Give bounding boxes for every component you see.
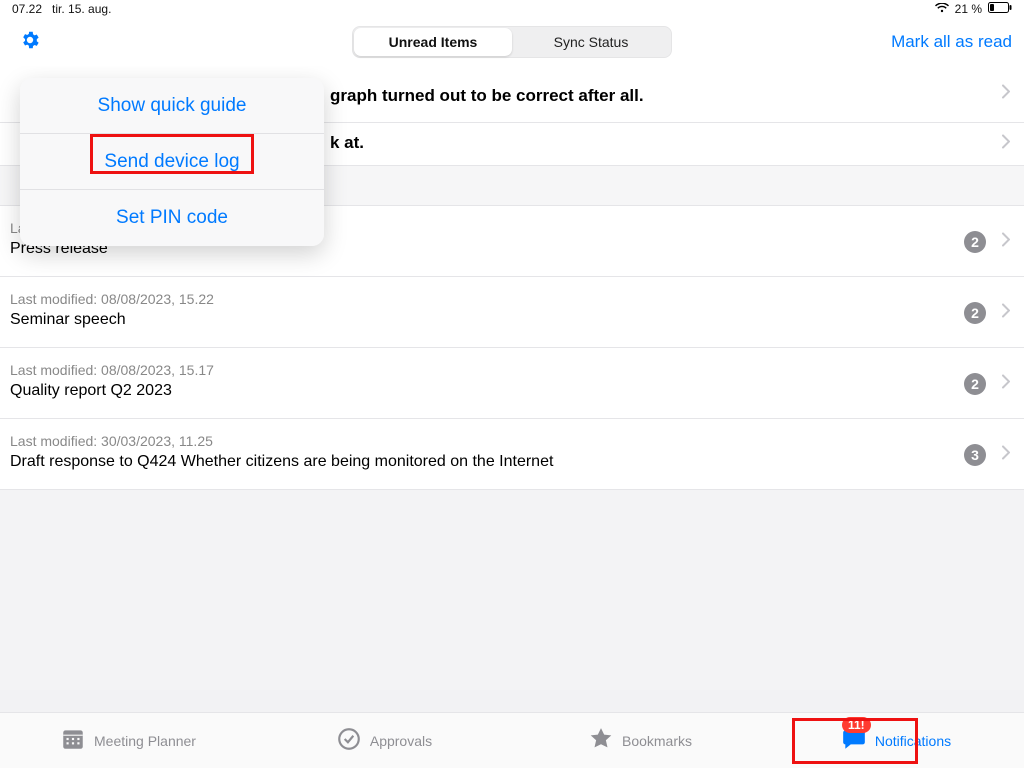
- item-meta: Last modified: 08/08/2023, 15.17: [10, 362, 1008, 378]
- list-item[interactable]: Last modified: 08/08/2023, 15.17 Quality…: [0, 348, 1024, 419]
- menu-label: Show quick guide: [98, 95, 247, 117]
- tab-bookmarks[interactable]: Bookmarks: [512, 713, 768, 768]
- item-title: Seminar speech: [10, 311, 1008, 329]
- tab-approvals[interactable]: Approvals: [256, 713, 512, 768]
- list-item[interactable]: Last modified: 30/03/2023, 11.25 Draft r…: [0, 419, 1024, 490]
- status-bar: 07.22 tir. 15. aug. 21 %: [0, 0, 1024, 18]
- menu-send-device-log[interactable]: Send device log: [20, 134, 324, 190]
- mark-all-as-read-button[interactable]: Mark all as read: [891, 32, 1012, 52]
- count-badge: 2: [964, 302, 986, 324]
- chevron-right-icon: [1002, 374, 1010, 393]
- status-time: 07.22: [12, 2, 42, 16]
- settings-popover: Show quick guide Send device log Set PIN…: [20, 78, 324, 246]
- list-item[interactable]: Last modified: 08/08/2023, 15.22 Seminar…: [0, 277, 1024, 348]
- chevron-right-icon: [1002, 85, 1010, 104]
- status-date: tir. 15. aug.: [52, 2, 111, 16]
- wifi-icon: [935, 2, 949, 16]
- tab-label: Notifications: [875, 733, 951, 749]
- tab-unread-items[interactable]: Unread Items: [354, 28, 512, 56]
- tab-notifications[interactable]: 11! Notifications: [768, 713, 1024, 768]
- count-badge: 3: [964, 444, 986, 466]
- calendar-icon: [60, 726, 86, 755]
- mark-all-label: Mark all as read: [891, 32, 1012, 51]
- count-badge: 2: [964, 373, 986, 395]
- star-icon: [588, 726, 614, 755]
- chevron-right-icon: [1002, 135, 1010, 154]
- item-meta: Last modified: 30/03/2023, 11.25: [10, 433, 1008, 449]
- battery-pct: 21 %: [955, 2, 982, 16]
- count-badge: 2: [964, 231, 986, 253]
- notification-count-badge: 11!: [842, 717, 871, 733]
- empty-area: [0, 490, 1024, 690]
- tab-label: Bookmarks: [622, 733, 692, 749]
- gear-icon: [19, 29, 41, 56]
- item-title: Draft response to Q424 Whether citizens …: [10, 453, 1008, 471]
- menu-set-pin-code[interactable]: Set PIN code: [20, 190, 324, 246]
- tab-label: Meeting Planner: [94, 733, 196, 749]
- tab-sync-status[interactable]: Sync Status: [512, 28, 670, 56]
- tab-label: Sync Status: [554, 34, 629, 50]
- tab-label: Approvals: [370, 733, 432, 749]
- settings-button[interactable]: [12, 24, 48, 60]
- item-title: k at.: [330, 133, 364, 153]
- item-meta: Last modified: 08/08/2023, 15.22: [10, 291, 1008, 307]
- menu-label: Set PIN code: [116, 207, 228, 229]
- battery-icon: [988, 2, 1012, 16]
- chevron-right-icon: [1002, 232, 1010, 251]
- menu-show-quick-guide[interactable]: Show quick guide: [20, 78, 324, 134]
- app-header: Unread Items Sync Status Mark all as rea…: [0, 18, 1024, 66]
- tab-label: Unread Items: [389, 34, 478, 50]
- menu-label: Send device log: [104, 151, 239, 173]
- chevron-right-icon: [1002, 445, 1010, 464]
- item-title: Quality report Q2 2023: [10, 382, 1008, 400]
- chevron-right-icon: [1002, 303, 1010, 322]
- content-area: graph turned out to be correct after all…: [0, 66, 1024, 712]
- tab-meeting-planner[interactable]: Meeting Planner: [0, 713, 256, 768]
- segmented-control: Unread Items Sync Status: [352, 26, 672, 58]
- tab-bar: Meeting Planner Approvals Bookmarks 11! …: [0, 712, 1024, 768]
- item-title: graph turned out to be correct after all…: [330, 86, 644, 106]
- check-badge-icon: [336, 726, 362, 755]
